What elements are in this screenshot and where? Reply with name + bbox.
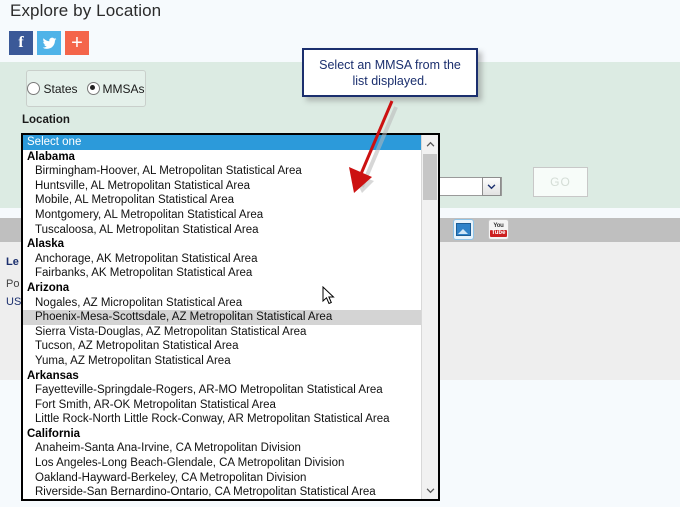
radio-option-states[interactable]: States: [27, 82, 77, 96]
location-field-label: Location: [22, 114, 70, 126]
listbox-group-header: Alaska: [23, 237, 421, 252]
legend-heading-partial: Le: [6, 256, 19, 268]
location-listbox-items[interactable]: Select oneAlabamaBirmingham-Hoover, AL M…: [23, 135, 421, 499]
location-type-radio-group: States MMSAs: [26, 70, 146, 107]
go-button[interactable]: GO: [533, 167, 588, 197]
us-label-partial: US: [6, 296, 21, 308]
states-radio-label: States: [43, 82, 77, 96]
share-more-button[interactable]: +: [65, 31, 89, 55]
listbox-group-header: Arkansas: [23, 369, 421, 384]
page-title: Explore by Location: [10, 1, 161, 21]
radio-option-mmsas[interactable]: MMSAs: [87, 82, 145, 96]
twitter-share-button[interactable]: [37, 31, 61, 55]
photo-icon[interactable]: [453, 219, 474, 240]
youtube-top-text: You: [493, 223, 503, 229]
listbox-item[interactable]: Sierra Vista-Douglas, AZ Metropolitan St…: [23, 325, 421, 340]
listbox-item[interactable]: Mobile, AL Metropolitan Statistical Area: [23, 193, 421, 208]
states-radio-icon[interactable]: [27, 82, 40, 95]
mmsas-radio-label: MMSAs: [103, 82, 145, 96]
listbox-placeholder-item[interactable]: Select one: [23, 135, 421, 150]
listbox-item[interactable]: Huntsville, AL Metropolitan Statistical …: [23, 179, 421, 194]
mouse-cursor: [322, 286, 336, 306]
listbox-group-header: Arizona: [23, 281, 421, 296]
listbox-item[interactable]: Los Angeles-Long Beach-Glendale, CA Metr…: [23, 456, 421, 471]
listbox-group-header: Alabama: [23, 150, 421, 165]
listbox-item[interactable]: Nogales, AZ Micropolitan Statistical Are…: [23, 296, 421, 311]
youtube-icon[interactable]: You Tube: [488, 219, 509, 240]
youtube-bottom-text: Tube: [490, 230, 508, 237]
social-share-row: f +: [9, 31, 89, 55]
listbox-item[interactable]: Phoenix-Mesa-Scottsdale, AZ Metropolitan…: [23, 310, 421, 325]
listbox-item[interactable]: Fort Smith, AR-OK Metropolitan Statistic…: [23, 398, 421, 413]
mmsas-radio-icon[interactable]: [87, 82, 100, 95]
facebook-share-button[interactable]: f: [9, 31, 33, 55]
population-label-partial: Po: [6, 278, 19, 290]
listbox-item[interactable]: Tucson, AZ Metropolitan Statistical Area: [23, 339, 421, 354]
listbox-item[interactable]: Riverside-San Bernardino-Ontario, CA Met…: [23, 485, 421, 499]
listbox-scrollbar[interactable]: [421, 135, 438, 499]
location-listbox[interactable]: Select oneAlabamaBirmingham-Hoover, AL M…: [21, 133, 440, 501]
scrollbar-thumb[interactable]: [423, 154, 437, 200]
instruction-callout: Select an MMSA from the list displayed.: [302, 48, 478, 97]
chevron-down-icon[interactable]: [482, 177, 501, 196]
listbox-item[interactable]: Oakland-Hayward-Berkeley, CA Metropolita…: [23, 471, 421, 486]
facebook-icon: f: [18, 35, 23, 51]
scroll-down-arrow-icon[interactable]: [422, 482, 438, 499]
listbox-item[interactable]: Little Rock-North Little Rock-Conway, AR…: [23, 412, 421, 427]
listbox-item[interactable]: Anaheim-Santa Ana-Irvine, CA Metropolita…: [23, 441, 421, 456]
listbox-item[interactable]: Montgomery, AL Metropolitan Statistical …: [23, 208, 421, 223]
listbox-item[interactable]: Yuma, AZ Metropolitan Statistical Area: [23, 354, 421, 369]
listbox-group-header: California: [23, 427, 421, 442]
listbox-item[interactable]: Birmingham-Hoover, AL Metropolitan Stati…: [23, 164, 421, 179]
listbox-item[interactable]: Fayetteville-Springdale-Rogers, AR-MO Me…: [23, 383, 421, 398]
listbox-item[interactable]: Tuscaloosa, AL Metropolitan Statistical …: [23, 223, 421, 238]
listbox-item[interactable]: Fairbanks, AK Metropolitan Statistical A…: [23, 266, 421, 281]
listbox-item[interactable]: Anchorage, AK Metropolitan Statistical A…: [23, 252, 421, 267]
scroll-up-arrow-icon[interactable]: [422, 135, 438, 152]
twitter-icon: [42, 36, 57, 51]
plus-icon: +: [71, 33, 83, 53]
